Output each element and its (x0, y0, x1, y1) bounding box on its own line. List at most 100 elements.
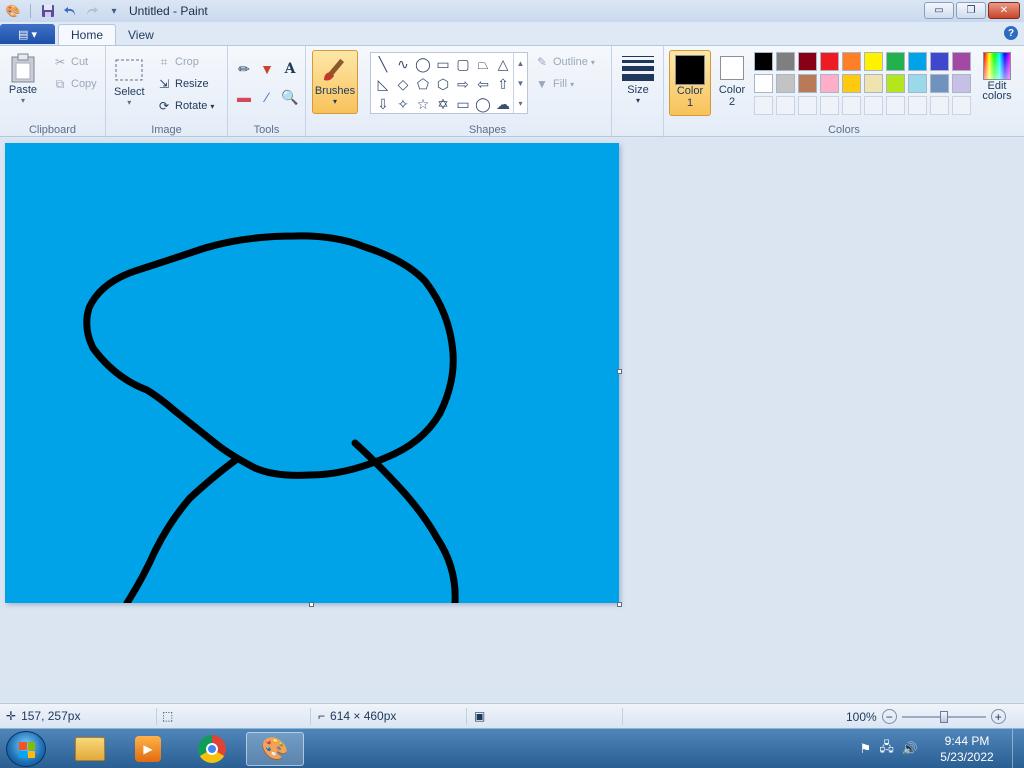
palette-swatch[interactable] (930, 74, 949, 93)
start-button[interactable] (6, 731, 46, 767)
text-tool-icon[interactable]: A (279, 58, 301, 80)
brushes-button[interactable]: Brushes ▾ (312, 50, 358, 114)
palette-swatch[interactable] (776, 52, 795, 71)
palette-swatch[interactable] (908, 52, 927, 71)
paint-taskbar-button[interactable]: 🎨 (246, 732, 304, 766)
outline-button[interactable]: ✎ Outline ▾ (534, 52, 595, 72)
action-center-icon[interactable]: ⚑ (860, 741, 872, 757)
palette-swatch[interactable] (820, 52, 839, 71)
network-icon[interactable]: 🖧 (879, 738, 894, 760)
undo-icon[interactable] (61, 2, 79, 20)
show-desktop-button[interactable] (1012, 729, 1024, 768)
down-arrow-shape-icon[interactable]: ⇩ (373, 94, 393, 114)
pentagon-shape-icon[interactable]: ⬠ (413, 74, 433, 94)
zoom-in-icon[interactable]: + (990, 709, 1006, 724)
explorer-taskbar-button[interactable] (64, 732, 116, 766)
rotate-button[interactable]: ⟳ Rotate ▾ (156, 96, 214, 116)
five-point-star-shape-icon[interactable]: ☆ (413, 94, 433, 114)
close-button[interactable]: ✕ (988, 2, 1020, 19)
palette-custom-slot[interactable] (820, 96, 839, 115)
palette-swatch[interactable] (864, 74, 883, 93)
line-shape-icon[interactable]: ╲ (373, 54, 393, 74)
palette-swatch[interactable] (754, 52, 773, 71)
eraser-icon[interactable]: ▬ (233, 86, 255, 108)
palette-swatch[interactable] (842, 52, 861, 71)
resize-handle-bottom[interactable] (309, 602, 314, 607)
resize-handle-corner[interactable] (617, 602, 622, 607)
hexagon-shape-icon[interactable]: ⬡ (433, 74, 453, 94)
scroll-up-icon[interactable]: ▲ (517, 59, 525, 68)
diamond-shape-icon[interactable]: ◇ (393, 74, 413, 94)
volume-icon[interactable]: 🔊 (902, 741, 918, 757)
tab-view[interactable]: View (116, 24, 166, 45)
paint-menu-button[interactable]: ▤ ▾ (0, 24, 55, 44)
right-triangle-shape-icon[interactable]: ◺ (373, 74, 393, 94)
left-arrow-shape-icon[interactable]: ⇦ (473, 74, 493, 94)
palette-custom-slot[interactable] (842, 96, 861, 115)
copy-button[interactable]: ⧉ Copy (52, 74, 97, 94)
palette-swatch[interactable] (798, 74, 817, 93)
crop-button[interactable]: ⌗ Crop (156, 52, 199, 72)
palette-custom-slot[interactable] (864, 96, 883, 115)
up-arrow-shape-icon[interactable]: ⇧ (493, 74, 513, 94)
palette-swatch[interactable] (908, 74, 927, 93)
palette-swatch[interactable] (886, 74, 905, 93)
palette-swatch[interactable] (754, 74, 773, 93)
palette-swatch[interactable] (952, 74, 971, 93)
polygon-shape-icon[interactable]: ⏢ (473, 54, 493, 74)
paste-button[interactable]: Paste ▾ (8, 52, 38, 105)
paste-dropdown-icon[interactable]: ▾ (21, 96, 25, 105)
scroll-down-icon[interactable]: ▼ (517, 79, 525, 88)
palette-swatch[interactable] (820, 74, 839, 93)
cut-button[interactable]: ✂ Cut (52, 52, 88, 72)
four-point-star-shape-icon[interactable]: ✧ (393, 94, 413, 114)
rounded-callout-shape-icon[interactable]: ▭ (453, 94, 473, 114)
color1-button[interactable]: Color 1 (669, 50, 711, 116)
palette-swatch[interactable] (886, 52, 905, 71)
paint-app-icon[interactable]: 🎨 (4, 2, 22, 20)
edit-colors-button[interactable]: Edit colors (976, 52, 1018, 102)
palette-swatch[interactable] (952, 52, 971, 71)
palette-custom-slot[interactable] (930, 96, 949, 115)
palette-swatch[interactable] (864, 52, 883, 71)
triangle-shape-icon[interactable]: △ (493, 54, 513, 74)
chrome-taskbar-button[interactable] (186, 732, 238, 766)
palette-custom-slot[interactable] (908, 96, 927, 115)
palette-custom-slot[interactable] (776, 96, 795, 115)
color-picker-icon[interactable]: ⁄ (256, 86, 278, 108)
palette-custom-slot[interactable] (952, 96, 971, 115)
resize-button[interactable]: ⇲ Resize (156, 74, 209, 94)
color2-button[interactable]: Color 2 (713, 50, 751, 116)
help-icon[interactable]: ? (1004, 26, 1018, 40)
zoom-slider[interactable] (901, 710, 986, 723)
maximize-button[interactable]: ❐ (956, 2, 986, 19)
palette-swatch[interactable] (930, 52, 949, 71)
rectangle-shape-icon[interactable]: ▭ (433, 54, 453, 74)
select-button[interactable]: Select ▾ (114, 54, 145, 107)
clock[interactable]: 9:44 PM 5/23/2022 (922, 733, 1012, 765)
curve-shape-icon[interactable]: ∿ (393, 54, 413, 74)
media-player-taskbar-button[interactable]: ▶ (122, 732, 174, 766)
cloud-callout-shape-icon[interactable]: ☁ (493, 94, 513, 114)
palette-custom-slot[interactable] (754, 96, 773, 115)
redo-icon[interactable] (83, 2, 101, 20)
palette-custom-slot[interactable] (798, 96, 817, 115)
rounded-rectangle-shape-icon[interactable]: ▢ (453, 54, 473, 74)
palette-swatch[interactable] (842, 74, 861, 93)
size-button[interactable]: Size ▾ (618, 52, 658, 105)
palette-swatch[interactable] (798, 52, 817, 71)
pencil-icon[interactable]: ✏ (233, 58, 255, 80)
six-point-star-shape-icon[interactable]: ✡ (433, 94, 453, 114)
oval-shape-icon[interactable]: ◯ (413, 54, 433, 74)
zoom-out-icon[interactable]: − (881, 709, 897, 724)
fill-button[interactable]: ▼ Fill ▾ (534, 74, 574, 94)
save-icon[interactable] (39, 2, 57, 20)
right-arrow-shape-icon[interactable]: ⇨ (453, 74, 473, 94)
drawing-canvas[interactable] (5, 143, 622, 607)
shapes-scroll[interactable]: ▲ ▼ ▾ (513, 53, 527, 113)
magnifier-icon[interactable]: 🔍 (279, 86, 301, 108)
select-dropdown-icon[interactable]: ▾ (127, 98, 131, 107)
zoom-slider-thumb[interactable] (939, 710, 948, 723)
palette-swatch[interactable] (776, 74, 795, 93)
minimize-button[interactable]: ▭ (924, 2, 954, 19)
